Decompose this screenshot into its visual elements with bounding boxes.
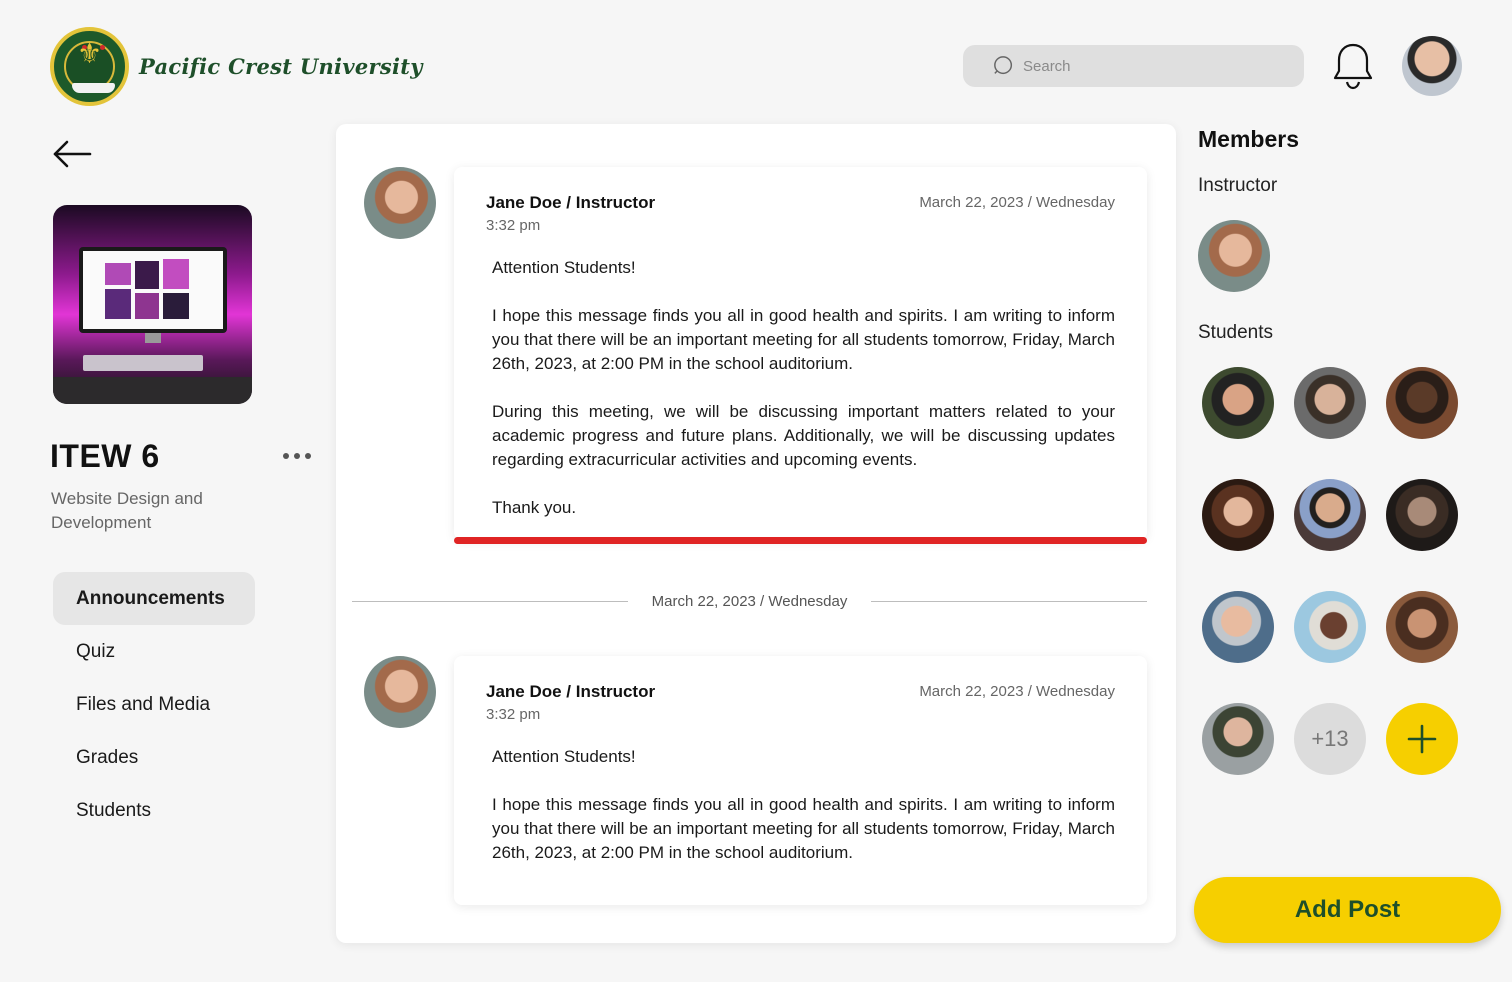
- post-paragraph: During this meeting, we will be discussi…: [492, 402, 1115, 469]
- university-logo[interactable]: ⚜ Pacific Crest University: [50, 27, 423, 106]
- course-thumbnail: [53, 205, 252, 404]
- post-time: 3:32 pm: [486, 706, 541, 723]
- course-code: ITEW 6: [50, 438, 160, 474]
- more-members-count[interactable]: +13: [1294, 703, 1366, 775]
- nav-item-students[interactable]: Students: [53, 784, 255, 837]
- search-icon: [994, 56, 1013, 75]
- instructor-avatar[interactable]: [1198, 220, 1270, 292]
- post-body: Attention Students! I hope this message …: [486, 745, 1115, 865]
- student-avatar[interactable]: [1294, 367, 1366, 439]
- post-paragraph: Attention Students!: [492, 258, 636, 277]
- post-card: Jane Doe / Instructor 3:32 pm March 22, …: [454, 167, 1147, 544]
- date-divider-label: March 22, 2023 / Wednesday: [651, 592, 848, 610]
- more-options-icon[interactable]: [283, 449, 315, 463]
- student-avatar[interactable]: [1202, 703, 1274, 775]
- author-avatar[interactable]: [364, 656, 436, 728]
- arrow-left-icon[interactable]: [52, 138, 92, 170]
- members-title: Members: [1198, 126, 1299, 152]
- announcement-feed[interactable]: Jane Doe / Instructor 3:32 pm March 22, …: [336, 124, 1176, 943]
- course-name: Website Design and Development: [51, 489, 203, 532]
- student-avatar[interactable]: [1386, 479, 1458, 551]
- post-time: 3:32 pm: [486, 217, 541, 234]
- post-paragraph: Thank you.: [492, 498, 577, 517]
- add-member-button[interactable]: [1386, 703, 1458, 775]
- nav-item-announcements[interactable]: Announcements: [53, 572, 255, 625]
- student-avatar[interactable]: [1294, 479, 1366, 551]
- search-bar[interactable]: [963, 45, 1304, 87]
- post-highlight-bar: [454, 537, 1147, 544]
- post-card: Jane Doe / Instructor 3:32 pm March 22, …: [454, 656, 1147, 905]
- course-nav: Announcements Quiz Files and Media Grade…: [53, 572, 255, 837]
- student-avatar[interactable]: [1202, 591, 1274, 663]
- post-paragraph: Attention Students!: [492, 747, 636, 766]
- post-date: March 22, 2023 / Wednesday: [919, 194, 1115, 211]
- date-divider: March 22, 2023 / Wednesday: [352, 590, 1147, 612]
- user-avatar[interactable]: [1402, 36, 1462, 96]
- university-seal-icon: ⚜: [50, 27, 129, 106]
- post-date: March 22, 2023 / Wednesday: [919, 683, 1115, 700]
- instructor-label: Instructor: [1198, 175, 1278, 196]
- post-body: Attention Students! I hope this message …: [486, 256, 1115, 520]
- post-paragraph: I hope this message finds you all in goo…: [492, 795, 1115, 862]
- student-avatar[interactable]: [1386, 591, 1458, 663]
- bell-icon[interactable]: [1332, 42, 1374, 90]
- nav-item-files-and-media[interactable]: Files and Media: [53, 678, 255, 731]
- student-avatar[interactable]: [1202, 479, 1274, 551]
- university-name: Pacific Crest University: [139, 54, 423, 79]
- student-avatar[interactable]: [1294, 591, 1366, 663]
- search-input[interactable]: [1023, 57, 1283, 75]
- plus-icon: [1407, 724, 1437, 754]
- student-avatar[interactable]: [1202, 367, 1274, 439]
- student-avatar[interactable]: [1386, 367, 1458, 439]
- students-label: Students: [1198, 322, 1273, 343]
- author-avatar[interactable]: [364, 167, 436, 239]
- add-post-button[interactable]: Add Post: [1194, 877, 1501, 943]
- post-paragraph: I hope this message finds you all in goo…: [492, 306, 1115, 373]
- nav-item-quiz[interactable]: Quiz: [53, 625, 255, 678]
- nav-item-grades[interactable]: Grades: [53, 731, 255, 784]
